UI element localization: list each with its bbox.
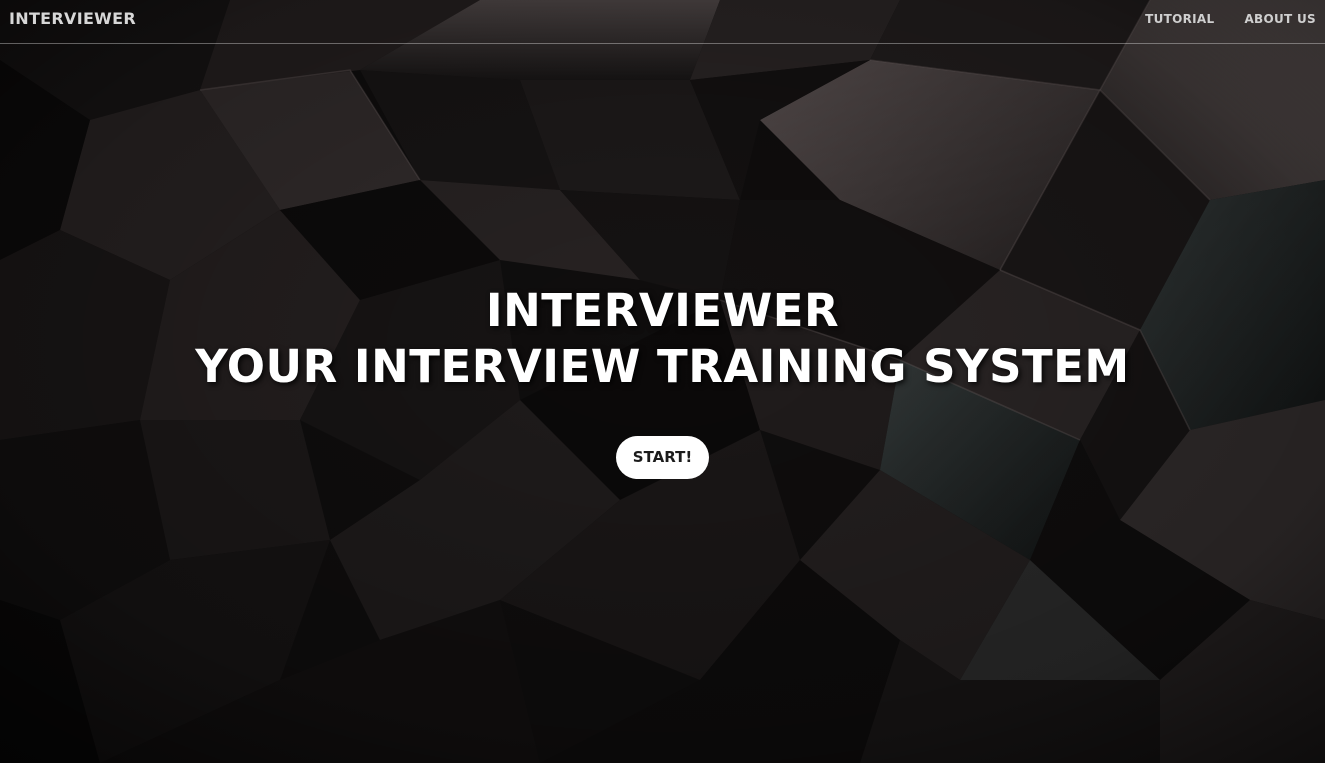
- landing-page: INTERVIEWER TUTORIAL ABOUT US INTERVIEWE…: [0, 0, 1325, 763]
- hero-title: INTERVIEWER: [485, 284, 840, 337]
- top-navbar: INTERVIEWER TUTORIAL ABOUT US: [0, 0, 1325, 44]
- nav-links: TUTORIAL ABOUT US: [1145, 12, 1316, 26]
- start-button[interactable]: START!: [616, 436, 709, 479]
- hero-subtitle: YOUR INTERVIEW TRAINING SYSTEM: [195, 340, 1130, 393]
- nav-link-tutorial[interactable]: TUTORIAL: [1145, 12, 1214, 26]
- hero-heading: INTERVIEWER YOUR INTERVIEW TRAINING SYST…: [0, 283, 1325, 395]
- nav-link-about-us[interactable]: ABOUT US: [1244, 12, 1316, 26]
- brand-logo-link[interactable]: INTERVIEWER: [9, 9, 136, 28]
